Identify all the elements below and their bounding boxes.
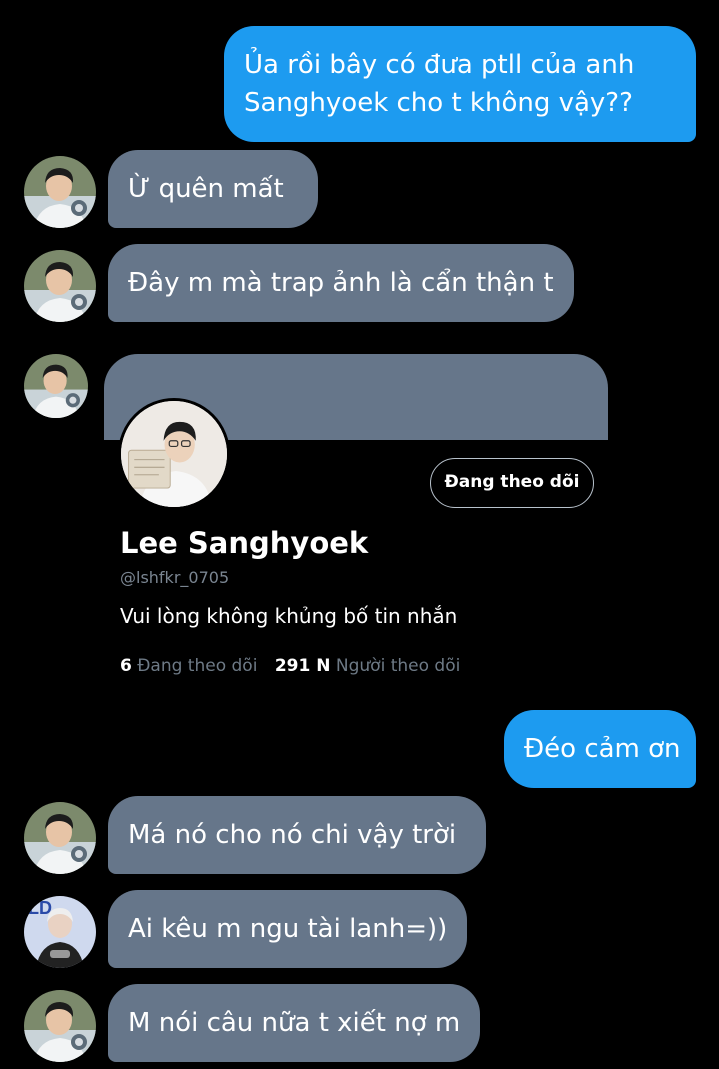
- message-bubble-outgoing[interactable]: Đéo cảm ơn: [504, 710, 696, 788]
- profile-name: Lee Sanghyoek: [120, 526, 369, 560]
- message-text: Ủa rồi bây có đưa ptll của anh Sanghyoek…: [244, 50, 635, 118]
- following-label[interactable]: Đang theo dõi: [137, 656, 257, 676]
- avatar[interactable]: [24, 156, 96, 228]
- avatar-image: [24, 802, 96, 874]
- profile-picture[interactable]: [118, 398, 230, 510]
- avatar[interactable]: [24, 250, 96, 322]
- profile-bio: Vui lòng không khủng bố tin nhắn: [120, 604, 458, 628]
- followers-count[interactable]: 291 N: [275, 656, 331, 676]
- message-bubble-incoming[interactable]: Đây m mà trap ảnh là cẩn thận t: [108, 244, 574, 322]
- profile-stats: 6 Đang theo dõi 291 N Người theo dõi: [120, 656, 472, 676]
- avatar-image: [24, 156, 96, 228]
- message-bubble-incoming[interactable]: Má nó cho nó chi vậy trời: [108, 796, 487, 874]
- message-bubble-incoming[interactable]: Ừ quên mất: [108, 150, 318, 228]
- avatar-image: [24, 990, 96, 1062]
- message-text: Đéo cảm ơn: [524, 734, 681, 764]
- profile-picture-image: [121, 401, 227, 507]
- message-bubble-incoming[interactable]: M nói câu nữa t xiết nợ m: [108, 984, 481, 1062]
- message-bubble-outgoing[interactable]: Ủa rồi bây có đưa ptll của anh Sanghyoek…: [224, 26, 696, 142]
- message-text: Ai kêu m ngu tài lanh=)): [128, 914, 448, 944]
- message-bubble-incoming[interactable]: Ai kêu m ngu tài lanh=)): [108, 890, 468, 968]
- avatar[interactable]: [24, 802, 96, 874]
- avatar-image: [24, 896, 96, 968]
- avatar-image: [24, 354, 88, 418]
- avatar[interactable]: [24, 990, 96, 1062]
- avatar[interactable]: [24, 354, 88, 418]
- message-text: Ừ quên mất: [128, 174, 284, 204]
- profile-handle: @lshfkr_0705: [120, 568, 230, 587]
- message-text: M nói câu nữa t xiết nợ m: [128, 1008, 461, 1038]
- following-button[interactable]: Đang theo dõi: [430, 458, 594, 508]
- message-text: Má nó cho nó chi vậy trời: [128, 820, 457, 850]
- avatar-image: [24, 250, 96, 322]
- message-text: Đây m mà trap ảnh là cẩn thận t: [128, 268, 554, 298]
- avatar[interactable]: [24, 896, 96, 968]
- following-count[interactable]: 6: [120, 656, 132, 676]
- followers-label[interactable]: Người theo dõi: [336, 656, 460, 676]
